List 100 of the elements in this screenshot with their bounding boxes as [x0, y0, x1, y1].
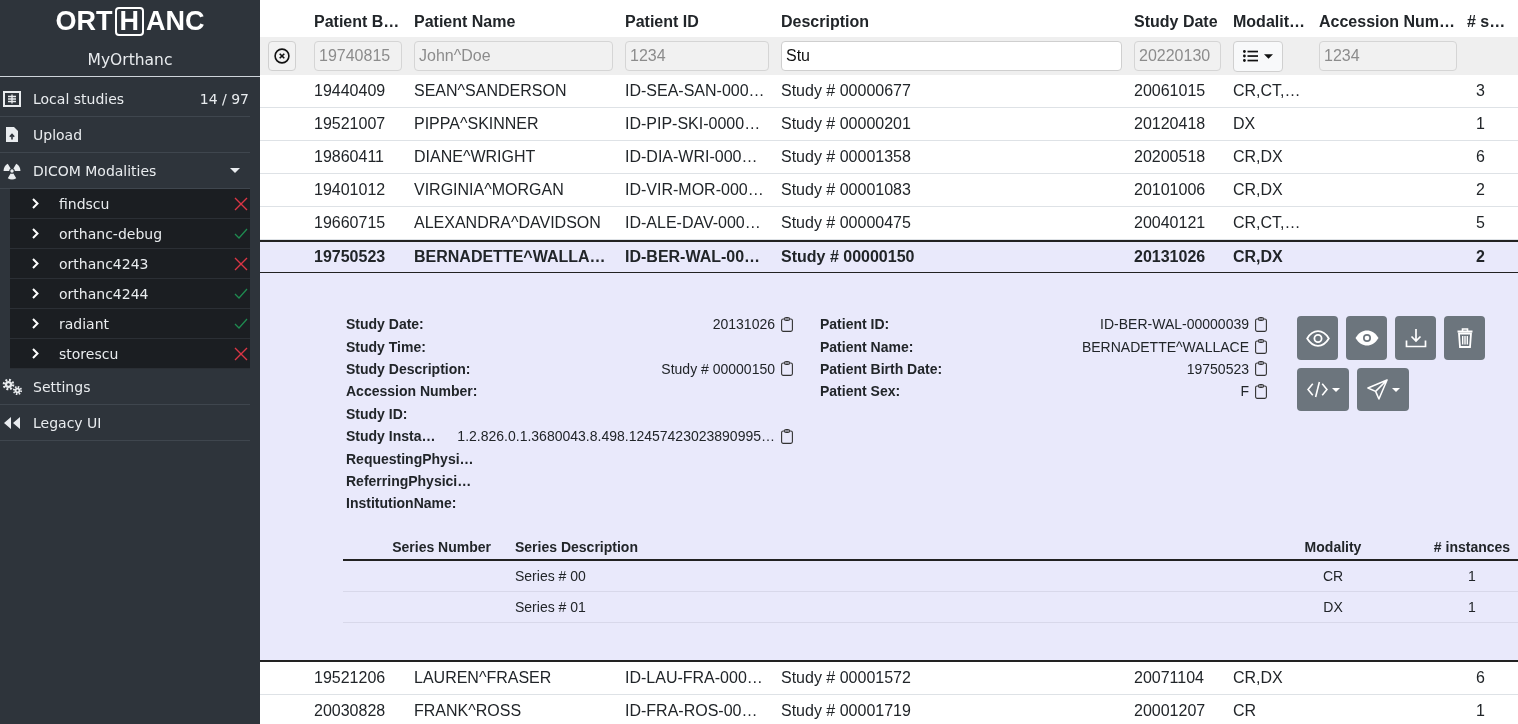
column-header[interactable]: Patient ID [618, 13, 774, 31]
clipboard-icon[interactable] [1255, 316, 1267, 332]
clipboard-icon[interactable] [1255, 361, 1267, 377]
caret-icon[interactable] [230, 168, 240, 173]
download-button[interactable] [1395, 316, 1436, 360]
radiation-icon [3, 161, 21, 180]
table-cell-text: 20101006 [1133, 181, 1207, 199]
chevron-right-icon [32, 228, 39, 239]
sidebar-item[interactable]: Settings [0, 369, 250, 405]
file-upload-icon [5, 126, 19, 143]
clear-filters-button[interactable] [268, 41, 296, 71]
list-icon [1243, 50, 1258, 62]
table-row[interactable]: 19440409 SEAN^SANDERSON ID-SEA-SAN-000… Study # 00000677 20061015 CR,CT,… 3 [260, 75, 1518, 108]
code-menu-button[interactable] [1297, 368, 1349, 411]
field-value: 19750523 [1185, 360, 1249, 377]
filter-field[interactable]: 19740815 [314, 41, 402, 71]
column-header[interactable]: Accession Num… [1312, 13, 1462, 31]
table-cell-text: ID-LAU-FRA-000… [624, 668, 764, 687]
field-label: Study Description: [346, 360, 471, 377]
clipboard-icon[interactable] [781, 428, 793, 444]
column-header[interactable]: Modality [1280, 538, 1386, 555]
table-cell-text: 3 [1475, 82, 1486, 100]
filter-field[interactable]: Stu [781, 41, 1122, 71]
field-label: Patient ID: [820, 316, 890, 333]
preview-button[interactable] [1346, 316, 1387, 360]
download-icon [1404, 328, 1427, 348]
view-button[interactable] [1297, 316, 1338, 360]
table-cell-text: FRANK^ROSS [413, 701, 523, 720]
table-cell-text: 6 [1475, 148, 1486, 166]
table-row[interactable]: 19521206 LAUREN^FRASER ID-LAU-FRA-000… Study # 00001572 20071104 CR,DX 6 [260, 661, 1518, 695]
delete-button[interactable] [1444, 316, 1485, 360]
table-cell-text: Series # 00 [514, 567, 587, 584]
sidebar-item[interactable]: Upload [0, 117, 250, 153]
table-cell-text: DX [1232, 115, 1257, 133]
table-cell-text: BERNADETTE^WALLA… [413, 248, 607, 266]
table-cell-text: CR,DX [1232, 148, 1284, 166]
table-cell-text: SEAN^SANDERSON [413, 82, 568, 100]
table-cell-text: CR,CT,… [1232, 82, 1302, 100]
send-menu-button[interactable] [1357, 368, 1409, 411]
column-header[interactable]: Patient B… [307, 13, 407, 31]
clipboard-icon[interactable] [781, 316, 793, 332]
modality-filter-button[interactable] [1233, 40, 1283, 72]
table-cell-text: 1 [1475, 115, 1486, 133]
table-row[interactable]: 19521007 PIPPA^SKINNER ID-PIP-SKI-0000… Study # 00000201 20120418 DX 1 [260, 108, 1518, 141]
modality-item[interactable]: orthanc4243 [10, 249, 250, 279]
table-row[interactable]: 20030828 FRANK^ROSS ID-FRA-ROS-00… Study # 00001719 20001207 CR 1 [260, 694, 1518, 724]
table-cell-text: CR,DX [1232, 181, 1284, 199]
table-cell-text: 19521007 [313, 115, 387, 133]
column-header[interactable]: Study Date [1127, 13, 1226, 31]
chevron-right-icon [32, 348, 39, 359]
table-cell-text: 1 [1467, 567, 1477, 584]
table-row[interactable]: 19401012 VIRGINIA^MORGAN ID-VIR-MOR-000… Study # 00001083 20101006 CR,DX 2 [260, 174, 1518, 207]
table-row[interactable]: 19750523 BERNADETTE^WALLA… ID-BER-WAL-00… Study # 00000150 20131026 CR,DX 2 [260, 240, 1518, 273]
clipboard-icon[interactable] [1255, 383, 1267, 399]
modality-item[interactable]: orthanc4244 [10, 279, 250, 309]
table-cell-text: ID-PIP-SKI-0000… [624, 115, 762, 133]
table-cell-text: 6 [1475, 668, 1486, 687]
circle-x-icon [274, 48, 290, 64]
column-header[interactable]: Series Number [343, 538, 503, 555]
eye-icon [1354, 330, 1379, 346]
table-cell-text: 20131026 [1133, 248, 1207, 266]
table-cell-text: PIPPA^SKINNER [413, 115, 540, 133]
table-cell-text: Study # 00000150 [780, 248, 916, 266]
table-cell-text: Series # 01 [514, 598, 587, 615]
modality-item[interactable]: orthanc-debug [10, 219, 250, 249]
table-cell-text: ID-BER-WAL-00… [624, 248, 762, 266]
column-header[interactable]: Patient Name [407, 13, 618, 31]
filter-field[interactable]: 1234 [1319, 41, 1457, 71]
table-cell-text: DX [1322, 598, 1344, 615]
filter-field[interactable]: 20220130 [1134, 41, 1221, 71]
modality-item[interactable]: radiant [10, 309, 250, 339]
column-header[interactable]: Description [774, 13, 1127, 31]
field-label: Study Insta… [346, 428, 436, 445]
table-cell-text: 20040121 [1133, 214, 1207, 232]
table-cell-text: 2 [1475, 248, 1486, 266]
sidebar-item[interactable]: Local studies 14 / 97 [0, 81, 250, 117]
column-header[interactable]: Series Description [503, 538, 1280, 555]
table-cell-text: ID-SEA-SAN-000… [624, 82, 766, 100]
table-cell-text: Study # 00000201 [780, 115, 912, 133]
filter-field[interactable]: John^Doe [414, 41, 613, 71]
column-header[interactable]: # s… [1462, 13, 1518, 31]
study-count: 14 / 97 [199, 90, 249, 107]
chevron-right-icon [32, 288, 39, 299]
table-cell-text: CR [1321, 567, 1345, 584]
modality-item[interactable]: storescu [10, 339, 250, 369]
table-cell-text: Study # 00001358 [780, 148, 912, 166]
modality-item[interactable]: findscu [10, 189, 250, 219]
table-cell-text: DIANE^WRIGHT [413, 148, 537, 166]
caret-down-icon [1391, 387, 1400, 392]
filter-field[interactable]: 1234 [625, 41, 769, 71]
column-header[interactable]: Modalit… [1226, 13, 1312, 31]
table-cell-text: ID-ALE-DAV-000… [624, 214, 762, 232]
clipboard-icon[interactable] [781, 361, 793, 377]
table-row[interactable]: 19860411 DIANE^WRIGHT ID-DIA-WRI-000… Study # 00001358 20200518 CR,DX 6 [260, 141, 1518, 174]
table-cell-text: Study # 00001572 [780, 668, 912, 687]
caret-down-icon [1331, 387, 1340, 392]
table-cell-text: Study # 00001719 [780, 701, 912, 720]
clipboard-icon[interactable] [1255, 339, 1267, 355]
column-header[interactable]: # instances [1386, 538, 1518, 555]
sidebar-item[interactable]: Legacy UI [0, 405, 250, 441]
